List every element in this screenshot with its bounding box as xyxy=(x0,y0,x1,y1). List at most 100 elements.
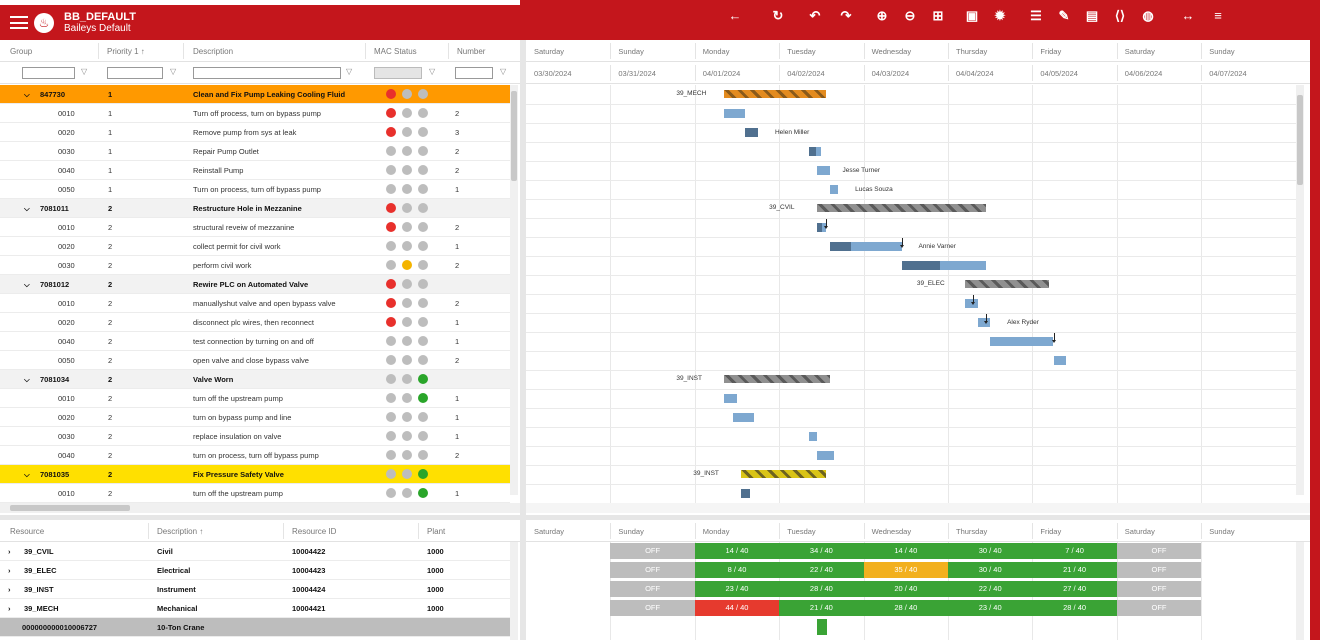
back-icon[interactable]: ← xyxy=(725,8,745,23)
grid-horizontal-scrollbar[interactable] xyxy=(0,503,520,513)
operation-row[interactable]: 0020 1 Remove pump from sys at leak 3 xyxy=(0,123,510,142)
edit-icon[interactable]: ✎ xyxy=(1054,8,1074,24)
task-bar[interactable] xyxy=(829,185,839,194)
capacity-cell[interactable]: 23 / 40 xyxy=(694,581,780,597)
capacity-cell[interactable]: OFF xyxy=(1116,562,1202,578)
expand-icon[interactable]: ↔ xyxy=(1178,8,1198,23)
operation-row[interactable]: 0040 1 Reinstall Pump 2 xyxy=(0,161,510,180)
task-bar[interactable] xyxy=(1053,356,1067,365)
task-bar[interactable] xyxy=(990,337,1054,346)
capacity-cell[interactable]: OFF xyxy=(1116,581,1202,597)
capacity-cell[interactable]: 44 / 40 xyxy=(694,600,780,616)
task-bar[interactable] xyxy=(808,432,818,441)
resource-vertical-scrollbar[interactable] xyxy=(510,542,518,640)
summary-bar[interactable] xyxy=(724,375,830,383)
task-bar[interactable] xyxy=(724,109,746,118)
capacity-cell[interactable]: 27 / 40 xyxy=(1032,581,1117,597)
operation-row[interactable]: 0050 1 Turn on process, turn off bypass pu… xyxy=(0,180,510,199)
filter-icon[interactable]: ▽ xyxy=(81,67,87,76)
col-res-description[interactable]: Description ↑ xyxy=(157,527,203,536)
filter-icon[interactable]: ▽ xyxy=(500,67,506,76)
capacity-cell[interactable]: 35 / 40 xyxy=(863,562,948,578)
capacity-cell[interactable]: 8 / 40 xyxy=(694,562,780,578)
operation-row[interactable]: 0050 2 open valve and close bypass valve 2 xyxy=(0,351,510,370)
task-bar[interactable] xyxy=(829,242,902,251)
col-priority[interactable]: Priority 1 ↑ xyxy=(107,47,145,56)
gantt-horizontal-scrollbar[interactable] xyxy=(526,503,1310,513)
capacity-cell[interactable]: 34 / 40 xyxy=(779,543,864,559)
refresh-icon[interactable]: ↻ xyxy=(768,8,788,24)
capacity-cell[interactable]: OFF xyxy=(1116,543,1202,559)
chevron-down-icon[interactable]: ⌵ xyxy=(24,375,30,385)
col-group[interactable]: Group xyxy=(10,47,32,56)
task-bar[interactable] xyxy=(817,451,835,460)
summary-bar[interactable] xyxy=(964,280,1050,288)
operation-row[interactable]: 0040 2 test connection by turning on and o… xyxy=(0,332,510,351)
mac-filter-input[interactable] xyxy=(374,67,422,79)
undo-icon[interactable]: ↶ xyxy=(805,8,825,24)
chevron-right-icon[interactable]: › xyxy=(8,547,11,556)
capacity-cell[interactable]: 22 / 40 xyxy=(779,562,864,578)
operation-row[interactable]: 0020 2 disconnect plc wires, then reconnec… xyxy=(0,313,510,332)
chevron-down-icon[interactable]: ⌵ xyxy=(24,204,30,214)
capacity-cell[interactable]: OFF xyxy=(610,543,695,559)
chevron-down-icon[interactable]: ⌵ xyxy=(24,90,30,100)
operation-row[interactable]: 0030 2 perform civil work 2 xyxy=(0,256,510,275)
task-bar[interactable] xyxy=(741,489,750,498)
operation-row[interactable]: 0040 2 turn on process, turn off bypass pu… xyxy=(0,446,510,465)
capacity-vertical-scrollbar[interactable] xyxy=(1296,542,1304,640)
summary-bar[interactable] xyxy=(817,204,986,212)
operation-row[interactable]: 0030 1 Repair Pump Outlet 2 xyxy=(0,142,510,161)
capacity-cell[interactable]: 28 / 40 xyxy=(779,581,864,597)
task-bar[interactable] xyxy=(808,147,822,156)
capacity-cell[interactable]: 23 / 40 xyxy=(948,600,1033,616)
operation-row[interactable]: 0010 1 Turn off process, turn on bypass pu… xyxy=(0,104,510,123)
description-filter-input[interactable] xyxy=(193,67,341,79)
capacity-cell[interactable]: 28 / 40 xyxy=(1032,600,1117,616)
capacity-cell[interactable]: 28 / 40 xyxy=(863,600,948,616)
resource-row[interactable]: › 39_INST Instrument 10004424 1000 xyxy=(0,580,510,599)
priority-filter-input[interactable] xyxy=(107,67,163,79)
operation-row[interactable]: 0030 2 replace insulation on valve 1 xyxy=(0,427,510,446)
operation-row[interactable]: 0010 2 turn off the upstream pump 1 xyxy=(0,389,510,408)
resource-row[interactable]: › 39_ELEC Electrical 10004423 1000 xyxy=(0,561,510,580)
capacity-cell[interactable]: 30 / 40 xyxy=(948,562,1033,578)
capacity-cell[interactable]: 30 / 40 xyxy=(948,543,1033,559)
capacity-cell[interactable]: 7 / 40 xyxy=(1032,543,1117,559)
resource-row[interactable]: › 39_MECH Mechanical 10004421 1000 xyxy=(0,599,510,618)
group-row[interactable]: ⌵ 7081011 2 Restructure Hole in Mezzanine xyxy=(0,199,510,218)
redo-icon[interactable]: ↷ xyxy=(836,8,856,24)
col-mac-status[interactable]: MAC Status xyxy=(374,47,417,56)
group-filter-input[interactable] xyxy=(22,67,75,79)
col-number[interactable]: Number xyxy=(457,47,485,56)
gantt-vertical-scrollbar[interactable] xyxy=(1296,85,1304,495)
list-icon[interactable]: ☰ xyxy=(1026,8,1046,24)
filter-icon[interactable]: ▽ xyxy=(170,67,176,76)
chevron-right-icon[interactable]: › xyxy=(8,585,11,594)
hamburger-menu-icon[interactable] xyxy=(10,16,28,29)
col-resource-id[interactable]: Resource ID xyxy=(292,527,336,536)
code-icon[interactable]: ⟨⟩ xyxy=(1110,8,1130,24)
print-icon[interactable]: ▣ xyxy=(962,8,982,24)
group-row[interactable]: ⌵ 7081012 2 Rewire PLC on Automated Valve xyxy=(0,275,510,294)
capacity-cell[interactable]: 20 / 40 xyxy=(863,581,948,597)
chevron-right-icon[interactable]: › xyxy=(8,566,11,575)
capacity-cell[interactable]: OFF xyxy=(1116,600,1202,616)
calendar-icon[interactable]: ▤ xyxy=(1082,8,1102,24)
col-resource[interactable]: Resource xyxy=(10,527,44,536)
operation-row[interactable]: 0010 2 turn off the upstream pump 1 xyxy=(0,484,510,503)
fit-icon[interactable]: ⊞ xyxy=(928,8,948,24)
menu-list-icon[interactable]: ≡ xyxy=(1208,8,1228,23)
col-description[interactable]: Description xyxy=(193,47,233,56)
filter-icon[interactable]: ▽ xyxy=(429,67,435,76)
capacity-cell[interactable]: 22 / 40 xyxy=(948,581,1033,597)
number-filter-input[interactable] xyxy=(455,67,493,79)
operation-row[interactable]: 0020 2 turn on bypass pump and line 1 xyxy=(0,408,510,427)
capacity-cell[interactable]: 14 / 40 xyxy=(694,543,780,559)
filter-icon[interactable]: ▽ xyxy=(346,67,352,76)
chevron-down-icon[interactable]: ⌵ xyxy=(24,280,30,290)
operation-row[interactable]: 0010 2 manuallyshut valve and open bypass … xyxy=(0,294,510,313)
chevron-down-icon[interactable]: ⌵ xyxy=(24,470,30,480)
capacity-cell[interactable]: OFF xyxy=(610,600,695,616)
operation-row[interactable]: 0010 2 structural reveiw of mezzanine 2 xyxy=(0,218,510,237)
